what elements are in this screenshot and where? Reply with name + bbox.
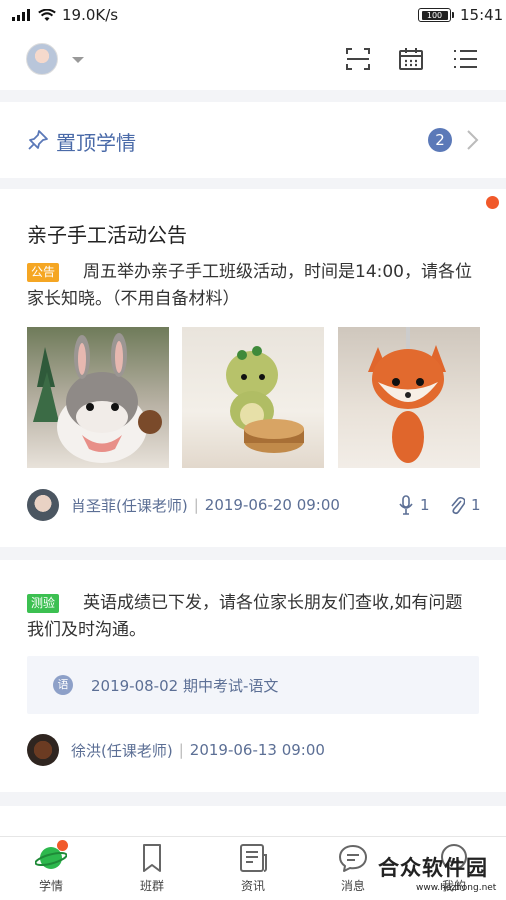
- top-header: [0, 30, 506, 90]
- tab-label: 学情: [38, 879, 63, 893]
- post-date: 2019-06-13 09:00: [189, 741, 325, 759]
- microphone-icon: [399, 495, 413, 515]
- pin-icon: [28, 130, 48, 150]
- post-card[interactable]: 测验 英语成绩已下发，请各位家长朋友们查收,如有问题我们及时沟通。 语 2019…: [0, 560, 506, 792]
- watermark-url: www.hezhong.net: [416, 883, 497, 893]
- caret-down-icon[interactable]: [72, 57, 84, 63]
- tab-class-group[interactable]: 班群: [122, 843, 182, 894]
- subject-badge: 语: [53, 675, 73, 695]
- post-meta: 肖圣菲(任课老师) | 2019-06-20 09:00: [27, 489, 340, 521]
- chevron-right-icon[interactable]: [462, 129, 482, 151]
- tab-label: 资讯: [240, 879, 265, 893]
- pinned-label: 置顶学情: [56, 131, 136, 155]
- cellular-signal-icon: [12, 9, 30, 21]
- exam-title: 2019-08-02 期中考试-语文: [91, 676, 279, 695]
- post-body: 周五举办亲子手工班级活动，时间是14:00，请各位家长知晓。（不用自备材料）: [27, 262, 472, 309]
- divider: |: [193, 496, 199, 514]
- bookmark-icon: [143, 844, 161, 872]
- post-title: 亲子手工活动公告: [27, 223, 187, 247]
- divider: |: [178, 741, 184, 759]
- felt-dinosaur-photo[interactable]: [182, 327, 324, 468]
- pinned-count-badge: 2: [428, 128, 452, 152]
- post-card-partial[interactable]: [0, 806, 506, 836]
- voice-count-value: 1: [420, 496, 430, 514]
- paperclip-icon: [451, 496, 465, 515]
- post-body: 英语成绩已下发，请各位家长朋友们查收,如有问题我们及时沟通。: [27, 593, 463, 640]
- watermark-text: 合众软件园: [378, 856, 488, 880]
- scan-icon[interactable]: [345, 46, 371, 72]
- tab-news[interactable]: 资讯: [223, 843, 283, 894]
- voice-count[interactable]: 1: [398, 495, 430, 515]
- clock: 15:41: [460, 6, 504, 24]
- calendar-icon[interactable]: [398, 46, 424, 72]
- felt-bunny-photo[interactable]: [27, 327, 169, 468]
- post-card[interactable]: 亲子手工活动公告 公告 周五举办亲子手工班级活动，时间是14:00，请各位家长知…: [0, 189, 506, 547]
- tab-study[interactable]: 学情: [21, 840, 81, 894]
- author-name[interactable]: 徐洪(任课老师): [71, 740, 173, 761]
- user-avatar[interactable]: [26, 43, 58, 75]
- attachment-count-value: 1: [471, 496, 481, 514]
- chat-icon: [339, 845, 367, 872]
- author-avatar[interactable]: [27, 489, 59, 521]
- list-icon[interactable]: [452, 46, 478, 72]
- status-bar: 19.0K/s 100 15:41: [0, 0, 506, 30]
- felt-fox-photo[interactable]: [338, 327, 480, 468]
- news-icon: [240, 844, 267, 872]
- wifi-icon: [38, 8, 56, 21]
- battery-icon: 100: [418, 8, 454, 22]
- exam-link[interactable]: 语 2019-08-02 期中考试-语文: [27, 656, 479, 714]
- tab-label: 班群: [139, 879, 164, 893]
- network-speed: 19.0K/s: [62, 6, 119, 24]
- pinned-section[interactable]: 置顶学情 2: [0, 102, 506, 178]
- battery-level: 100: [421, 10, 448, 20]
- unread-dot: [486, 196, 499, 209]
- tab-badge-dot: [57, 840, 68, 851]
- author-name[interactable]: 肖圣菲(任课老师): [71, 495, 188, 516]
- author-avatar[interactable]: [27, 734, 59, 766]
- tab-messages[interactable]: 消息: [323, 843, 383, 894]
- post-meta: 徐洪(任课老师) | 2019-06-13 09:00: [27, 734, 325, 766]
- watermark-logo: 合众软件园 www.hezhong.net: [376, 852, 506, 898]
- tab-label: 消息: [340, 879, 365, 893]
- post-date: 2019-06-20 09:00: [204, 496, 340, 514]
- attachment-count[interactable]: 1: [449, 495, 481, 515]
